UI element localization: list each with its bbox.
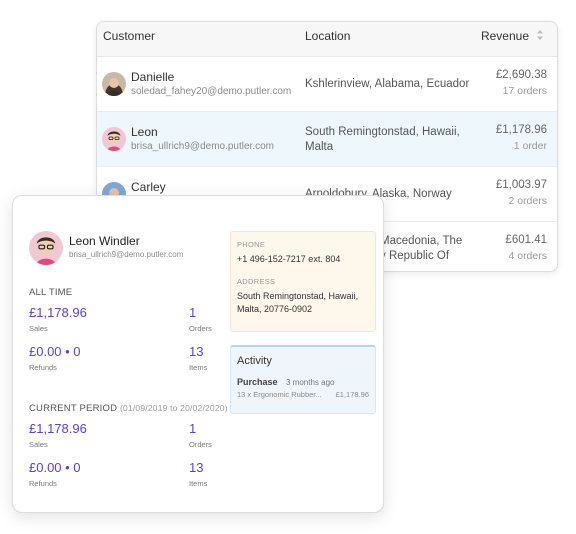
current-period-title: CURRENT PERIOD bbox=[29, 403, 118, 414]
avatar bbox=[102, 127, 126, 151]
customer-location: South Remingtonstad, Hawaii, Malta bbox=[305, 126, 460, 153]
activity-box: Activity Purchase 3 months ago 13 x Ergo… bbox=[230, 345, 376, 414]
activity-event[interactable]: Purchase bbox=[237, 377, 278, 387]
address-label: ADDRESS bbox=[237, 277, 276, 286]
customer-revenue: £1,178.96 bbox=[495, 124, 547, 136]
all-time-orders-value: 1 bbox=[189, 305, 197, 320]
customer-name[interactable]: Danielle bbox=[131, 70, 174, 84]
customer-revenue: £1,003.97 bbox=[495, 179, 547, 191]
period-refunds-label: Refunds bbox=[29, 479, 57, 488]
period-sales-value: £1,178.96 bbox=[29, 421, 87, 436]
customer-orders: 1 order bbox=[513, 140, 547, 152]
all-time-refunds-label: Refunds bbox=[29, 363, 57, 372]
activity-item: 13 x Ergonomic Rubber... bbox=[237, 390, 322, 399]
activity-amount: £1,178.96 bbox=[335, 390, 369, 399]
column-header-customer[interactable]: Customer bbox=[103, 29, 155, 43]
profile-email: brisa_ullrich9@demo.putler.com bbox=[69, 250, 184, 259]
all-time-title: ALL TIME bbox=[29, 287, 73, 298]
customer-name[interactable]: Leon bbox=[131, 125, 158, 139]
column-header-location[interactable]: Location bbox=[305, 29, 350, 43]
all-time-refunds-value: £0.00 • 0 bbox=[29, 344, 81, 359]
table-header: Customer Location Revenue bbox=[97, 22, 557, 57]
period-items-label: Items bbox=[189, 479, 208, 488]
all-time-items-label: Items bbox=[189, 363, 208, 372]
period-items-value: 13 bbox=[189, 460, 204, 475]
all-time-orders-label: Orders bbox=[189, 324, 212, 333]
profile-name: Leon Windler bbox=[69, 234, 140, 248]
phone-value[interactable]: +1 496-152-7217 ext. 804 bbox=[237, 253, 371, 266]
column-header-revenue[interactable]: Revenue bbox=[481, 29, 529, 43]
customer-orders: 17 orders bbox=[502, 85, 547, 97]
activity-time: 3 months ago bbox=[286, 378, 335, 387]
customer-location: Kshlerinview, Alabama, Ecuador bbox=[305, 78, 470, 90]
avatar bbox=[29, 231, 63, 265]
period-refunds-value: £0.00 • 0 bbox=[29, 460, 81, 475]
customer-email: soledad_fahey20@demo.putler.com bbox=[131, 86, 292, 97]
activity-title: Activity bbox=[237, 355, 272, 367]
phone-label: PHONE bbox=[237, 240, 266, 249]
all-time-items-value: 13 bbox=[189, 344, 204, 359]
customer-email: brisa_ullrich9@demo.putler.com bbox=[131, 141, 274, 152]
period-sales-label: Sales bbox=[29, 440, 48, 449]
customer-name[interactable]: Carley bbox=[131, 180, 166, 194]
all-time-sales-label: Sales bbox=[29, 324, 48, 333]
period-orders-label: Orders bbox=[189, 440, 212, 449]
customer-revenue: £601.41 bbox=[505, 234, 547, 246]
contact-info-box: PHONE +1 496-152-7217 ext. 804 ADDRESS S… bbox=[230, 231, 376, 332]
customer-orders: 4 orders bbox=[508, 250, 547, 262]
sort-icon[interactable] bbox=[536, 29, 544, 41]
table-row-selected[interactable]: Leon brisa_ullrich9@demo.putler.com Sout… bbox=[97, 112, 557, 167]
customer-profile-card: Leon Windler brisa_ullrich9@demo.putler.… bbox=[12, 195, 384, 513]
all-time-sales-value: £1,178.96 bbox=[29, 305, 87, 320]
address-value: South Remingtonstad, Hawaii, Malta, 2077… bbox=[237, 291, 359, 314]
period-orders-value: 1 bbox=[189, 421, 197, 436]
current-period-heading: CURRENT PERIOD (01/09/2019 to 20/02/2020… bbox=[29, 403, 228, 414]
customer-revenue: £2,690.38 bbox=[495, 69, 547, 81]
customer-orders: 2 orders bbox=[508, 195, 547, 207]
current-period-range: (01/09/2019 to 20/02/2020) bbox=[119, 403, 228, 413]
table-row[interactable]: Danielle soledad_fahey20@demo.putler.com… bbox=[97, 57, 557, 112]
avatar bbox=[102, 72, 126, 96]
